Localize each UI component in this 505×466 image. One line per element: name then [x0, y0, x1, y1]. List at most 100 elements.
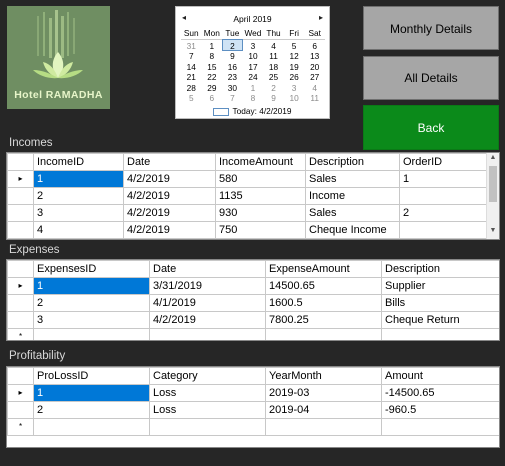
current-row-icon[interactable]: ▸	[7, 384, 34, 402]
table-cell[interactable]: 4/1/2019	[149, 294, 266, 312]
table-row[interactable]: 2 4/1/2019 1600.5 Bills	[7, 294, 499, 312]
table-row[interactable]: ▸ 1 3/31/2019 14500.65 Supplier	[7, 277, 499, 295]
table-cell[interactable]: 2	[399, 204, 490, 222]
profitability-grid[interactable]: ProLossID Category YearMonth Amount ▸ 1 …	[6, 366, 500, 448]
calendar-day[interactable]: 19	[284, 62, 305, 73]
table-row[interactable]: 2 4/2/2019 1135 Income	[7, 187, 490, 205]
calendar-day[interactable]: 2	[263, 83, 284, 94]
table-cell[interactable]: 580	[215, 170, 306, 188]
table-cell[interactable]: 1	[33, 170, 124, 188]
table-row[interactable]: ▸ 1 4/2/2019 580 Sales 1	[7, 170, 490, 188]
calendar-day[interactable]: 6	[304, 39, 325, 51]
scroll-thumb[interactable]	[489, 166, 497, 202]
calendar-day[interactable]: 12	[284, 51, 305, 62]
table-row[interactable]: 2 Loss 2019-04 -960.5	[7, 401, 499, 419]
column-header[interactable]: IncomeID	[33, 153, 124, 171]
calendar-month-title[interactable]: April 2019	[176, 14, 329, 24]
vertical-scrollbar[interactable]: ▲ ▼	[486, 153, 499, 239]
table-cell[interactable]: -14500.65	[381, 384, 499, 402]
row-header[interactable]	[7, 294, 34, 312]
table-cell[interactable]: 750	[215, 221, 306, 239]
table-cell[interactable]	[381, 418, 499, 436]
table-cell[interactable]: Sales	[305, 170, 400, 188]
table-cell[interactable]: 1135	[215, 187, 306, 205]
table-cell[interactable]: Supplier	[381, 277, 499, 295]
table-cell[interactable]: 1	[33, 277, 150, 295]
table-row[interactable]: 3 4/2/2019 930 Sales 2	[7, 204, 490, 222]
table-cell[interactable]	[381, 328, 499, 340]
table-cell[interactable]: Sales	[305, 204, 400, 222]
table-cell[interactable]: Cheque Return	[381, 311, 499, 329]
table-cell[interactable]: 4/2/2019	[149, 311, 266, 329]
table-cell[interactable]: 7800.25	[265, 311, 382, 329]
calendar-day[interactable]: 23	[222, 72, 243, 83]
next-month-icon[interactable]: ▸	[319, 13, 323, 22]
row-header[interactable]	[7, 401, 34, 419]
column-header[interactable]: ExpensesID	[33, 260, 150, 278]
calendar-day[interactable]: 11	[304, 93, 325, 104]
calendar-day[interactable]: 5	[284, 39, 305, 51]
table-cell[interactable]	[33, 328, 150, 340]
table-row[interactable]: 4 4/2/2019 750 Cheque Income	[7, 221, 490, 239]
expenses-grid[interactable]: ExpensesID Date ExpenseAmount Descriptio…	[6, 259, 500, 341]
calendar-day-selected[interactable]: 2	[222, 39, 243, 51]
calendar-day[interactable]: 25	[263, 72, 284, 83]
column-header[interactable]: IncomeAmount	[215, 153, 306, 171]
table-cell[interactable]: 4	[33, 221, 124, 239]
calendar-day[interactable]: 26	[284, 72, 305, 83]
calendar-day[interactable]: 24	[243, 72, 264, 83]
calendar-day[interactable]: 10	[284, 93, 305, 104]
column-header[interactable]: OrderID	[399, 153, 490, 171]
calendar-day[interactable]: 22	[202, 72, 223, 83]
table-cell[interactable]: 2	[33, 294, 150, 312]
column-header[interactable]: Date	[149, 260, 266, 278]
table-cell[interactable]	[399, 221, 490, 239]
calendar-day[interactable]: 29	[202, 83, 223, 94]
calendar-day[interactable]: 20	[304, 62, 325, 73]
column-header[interactable]: ProLossID	[33, 367, 150, 385]
calendar-day[interactable]: 3	[284, 83, 305, 94]
column-header[interactable]: ExpenseAmount	[265, 260, 382, 278]
column-header[interactable]: Date	[123, 153, 216, 171]
table-cell[interactable]: Cheque Income	[305, 221, 400, 239]
calendar-day[interactable]: 15	[202, 62, 223, 73]
calendar-day[interactable]: 31	[181, 39, 202, 51]
calendar-day[interactable]: 10	[243, 51, 264, 62]
column-header[interactable]: Description	[381, 260, 499, 278]
calendar-day[interactable]: 5	[181, 93, 202, 104]
table-cell[interactable]: 2	[33, 401, 150, 419]
table-cell[interactable]	[265, 418, 382, 436]
table-cell[interactable]: 4/2/2019	[123, 221, 216, 239]
table-cell[interactable]: 1600.5	[265, 294, 382, 312]
new-row-icon[interactable]: *	[7, 328, 34, 340]
row-header[interactable]	[7, 221, 34, 239]
table-cell[interactable]	[149, 328, 266, 340]
calendar-day[interactable]: 4	[304, 83, 325, 94]
calendar-day[interactable]: 17	[243, 62, 264, 73]
scroll-up-icon[interactable]: ▲	[487, 154, 499, 165]
table-cell[interactable]	[265, 328, 382, 340]
table-cell[interactable]: Income	[305, 187, 400, 205]
calendar-day[interactable]: 8	[243, 93, 264, 104]
table-row[interactable]: ▸ 1 Loss 2019-03 -14500.65	[7, 384, 499, 402]
row-header[interactable]	[7, 187, 34, 205]
calendar-day[interactable]: 11	[263, 51, 284, 62]
calendar-day[interactable]: 6	[202, 93, 223, 104]
table-cell[interactable]: 4/2/2019	[123, 170, 216, 188]
table-row[interactable]: 3 4/2/2019 7800.25 Cheque Return	[7, 311, 499, 329]
table-cell[interactable]	[149, 418, 266, 436]
calendar-day[interactable]: 14	[181, 62, 202, 73]
table-cell[interactable]: 2	[33, 187, 124, 205]
calendar-day[interactable]: 9	[222, 51, 243, 62]
table-cell[interactable]: 4/2/2019	[123, 187, 216, 205]
back-button[interactable]: Back	[363, 105, 499, 150]
column-header[interactable]: Amount	[381, 367, 499, 385]
row-header[interactable]	[7, 204, 34, 222]
calendar-day[interactable]: 28	[181, 83, 202, 94]
calendar-day[interactable]: 30	[222, 83, 243, 94]
all-details-button[interactable]: All Details	[363, 56, 499, 100]
incomes-grid[interactable]: IncomeID Date IncomeAmount Description O…	[6, 152, 500, 240]
table-cell[interactable]: 2019-04	[265, 401, 382, 419]
monthly-details-button[interactable]: Monthly Details	[363, 6, 499, 50]
table-cell[interactable]: 14500.65	[265, 277, 382, 295]
